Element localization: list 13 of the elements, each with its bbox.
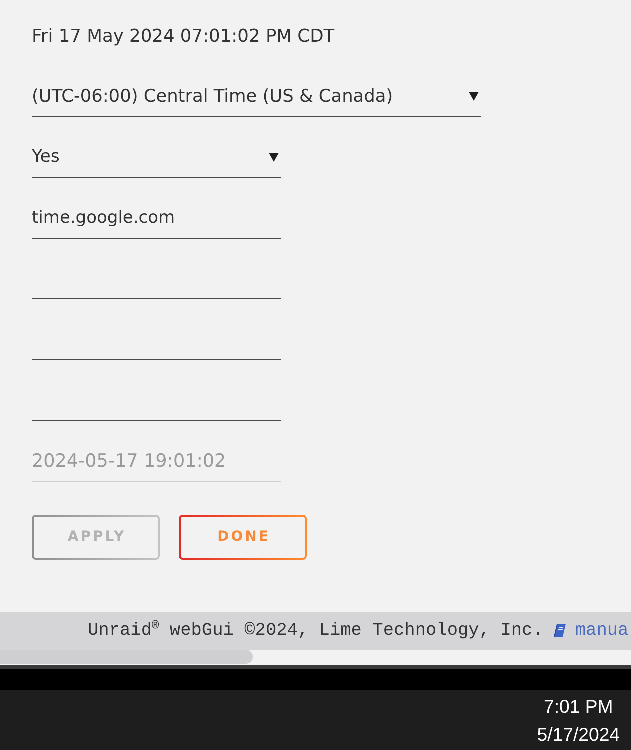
dropdown-field[interactable]: (UTC-06:00) Central Time (US & Canada): [32, 81, 481, 117]
scrollbar-thumb[interactable]: [0, 650, 253, 664]
copyright-text: Unraid$^{®}$ webGui ©2024, Lime Technology, Inc.: [88, 621, 544, 641]
clock-time: 7:01 PM: [544, 695, 614, 719]
input-field[interactable]: time.google.com: [32, 202, 281, 239]
manual-link[interactable]: manua: [575, 621, 629, 641]
done-button[interactable]: DONE: [179, 514, 307, 560]
clock-date: 5/17/2024: [537, 723, 620, 747]
caret-down-icon: [469, 92, 479, 101]
book-icon: [554, 624, 566, 638]
current-date-time: Fri 17 May 2024 07:01:02 PM CDT: [32, 26, 335, 48]
dropdown-field[interactable]: Yes: [32, 142, 281, 178]
caret-down-icon: [269, 152, 279, 162]
